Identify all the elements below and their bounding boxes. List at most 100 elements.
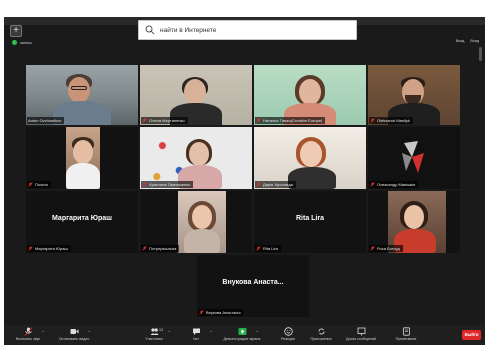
name-tag: Внукова Анастасія — [198, 309, 244, 316]
video-tile-p4[interactable]: Oleksandr Manilyk — [368, 65, 460, 125]
video-tile-p8[interactable]: Олександр Манішкін — [368, 127, 460, 189]
chat-button[interactable]: ^ Чат — [172, 327, 220, 344]
participant-name: Oleksandr Manilyk — [377, 118, 410, 123]
chevron-up-icon[interactable]: ^ — [42, 329, 44, 334]
top-right-controls: Вход Вход — [456, 39, 479, 43]
participant-display-name: Маргарита Юраш — [52, 215, 112, 222]
notes-button[interactable]: Примечания — [382, 327, 430, 344]
stop-video-button[interactable]: ^ Остановить видео — [50, 327, 98, 344]
video-tile-p6[interactable]: Христина Омельченко — [140, 127, 252, 189]
muted-mic-icon — [28, 246, 33, 251]
chevron-up-icon[interactable]: ^ — [168, 329, 170, 334]
participant-name: Потрерікальна — [149, 246, 177, 251]
apps-icon — [318, 328, 324, 335]
video-off — [197, 255, 309, 317]
participant-name: Дарія Хроллида — [263, 182, 293, 187]
video-feed — [254, 127, 366, 189]
muted-mic-icon — [370, 246, 375, 251]
muted-mic-icon — [256, 182, 261, 187]
muted-mic-icon — [28, 182, 33, 187]
video-tile-p2[interactable]: Олена Мартиненко — [140, 65, 252, 125]
participant-logo — [402, 141, 424, 173]
muted-mic-icon — [24, 327, 32, 336]
muted-mic-icon — [370, 182, 375, 187]
chevron-up-icon[interactable]: ^ — [210, 329, 212, 334]
smile-icon — [283, 327, 293, 336]
muted-mic-icon — [142, 118, 147, 123]
participants-count: 13 — [159, 328, 163, 332]
name-tag: Олена Мартиненко — [141, 117, 188, 124]
muted-mic-icon — [142, 246, 147, 251]
share-screen-label: Демонстрация экрана — [223, 337, 261, 341]
top-right-item-2[interactable]: Вход — [470, 39, 479, 43]
name-tag: Роса Богоуд — [369, 245, 403, 252]
share-screen-icon — [238, 328, 246, 335]
participant-display-name: Rita Lira — [295, 215, 324, 222]
video-feed — [140, 191, 252, 253]
participant-name: Христина Омельченко — [149, 182, 191, 187]
video-tile-p13[interactable]: Внукова Анаста... Внукова Анастасія — [197, 255, 309, 317]
name-tag: Anton Ovchinnikov — [27, 117, 65, 124]
name-tag: Наталка Тимко(Creative Europe) — [255, 117, 326, 124]
participant-name: Rita Lira — [263, 246, 278, 251]
participant-name: Anton Ovchinnikov — [28, 118, 62, 123]
video-tile-p9[interactable]: Маргарита Юраш Маргарита Юраш — [26, 191, 138, 253]
notes-label: Примечания — [395, 337, 417, 341]
video-camera-icon — [70, 329, 78, 334]
share-screen-button[interactable]: ^ Демонстрация экрана — [218, 327, 266, 344]
notes-icon — [402, 327, 410, 336]
video-feed — [368, 127, 460, 189]
participants-button[interactable]: 13 ^ Участники — [130, 327, 178, 344]
video-tile-p3[interactable]: Наталка Тимко(Creative Europe) — [254, 65, 366, 125]
meeting-toolbar: ^ Включить звук ^ Остановить видео 13 ^ … — [4, 325, 485, 345]
video-tile-p1[interactable]: Anton Ovchinnikov — [26, 65, 138, 125]
leave-meeting-button[interactable]: Выйти — [462, 330, 481, 340]
video-feed — [368, 65, 460, 125]
video-tile-p5[interactable]: Поліна — [26, 127, 138, 189]
new-tab-icon[interactable]: + — [10, 25, 22, 37]
recording-label: запись — [20, 40, 32, 45]
participant-name: Маргарита Юраш — [35, 246, 68, 251]
name-tag: Олександр Манішкін — [369, 181, 419, 188]
muted-mic-icon — [256, 118, 261, 123]
whiteboard-label: Доски сообщений — [346, 337, 376, 341]
search-bar[interactable]: найти в Интернете — [138, 20, 357, 40]
unmute-label: Включить звук — [16, 337, 40, 341]
video-feed — [254, 65, 366, 125]
name-tag: Дарія Хроллида — [255, 181, 296, 188]
name-tag: Христина Омельченко — [141, 181, 194, 188]
muted-mic-icon — [256, 246, 261, 251]
muted-mic-icon — [370, 118, 375, 123]
participant-name: Наталка Тимко(Creative Europe) — [263, 118, 323, 123]
participants-label: Участники — [145, 337, 163, 341]
video-feed — [368, 191, 460, 253]
participant-name: Роса Богоуд — [377, 246, 400, 251]
scroll-handle[interactable] — [479, 47, 482, 61]
video-tile-p12[interactable]: Роса Богоуд — [368, 191, 460, 253]
name-tag: Потрерікальна — [141, 245, 180, 252]
zoom-meeting-window: + найти в Интернете запись Вход Вход Ant… — [4, 17, 485, 345]
video-tile-p10[interactable]: Потрерікальна — [140, 191, 252, 253]
participant-name: Олена Мартиненко — [149, 118, 185, 123]
video-tile-p7[interactable]: Дарія Хроллида — [254, 127, 366, 189]
muted-mic-icon — [142, 182, 147, 187]
video-off — [26, 191, 138, 253]
participant-display-name: Внукова Анаста... — [222, 279, 284, 286]
chat-icon — [192, 328, 200, 335]
participant-name: Олександр Манішкін — [377, 182, 416, 187]
top-right-item-1[interactable]: Вход — [456, 39, 465, 43]
participant-name: Внукова Анастасія — [206, 310, 241, 315]
name-tag: Rita Lira — [255, 245, 281, 252]
search-placeholder: найти в Интернете — [160, 26, 217, 34]
chevron-up-icon[interactable]: ^ — [256, 329, 258, 334]
participants-icon — [150, 328, 159, 335]
unmute-button[interactable]: ^ Включить звук — [4, 327, 52, 344]
chat-label: Чат — [193, 337, 199, 341]
video-tile-p11[interactable]: Rita Lira Rita Lira — [254, 191, 366, 253]
whiteboard-button[interactable]: Доски сообщений — [337, 327, 385, 344]
video-feed — [140, 65, 252, 125]
search-icon — [145, 25, 155, 35]
chevron-up-icon[interactable]: ^ — [88, 329, 90, 334]
video-feed — [26, 127, 138, 189]
participant-name: Поліна — [35, 182, 48, 187]
